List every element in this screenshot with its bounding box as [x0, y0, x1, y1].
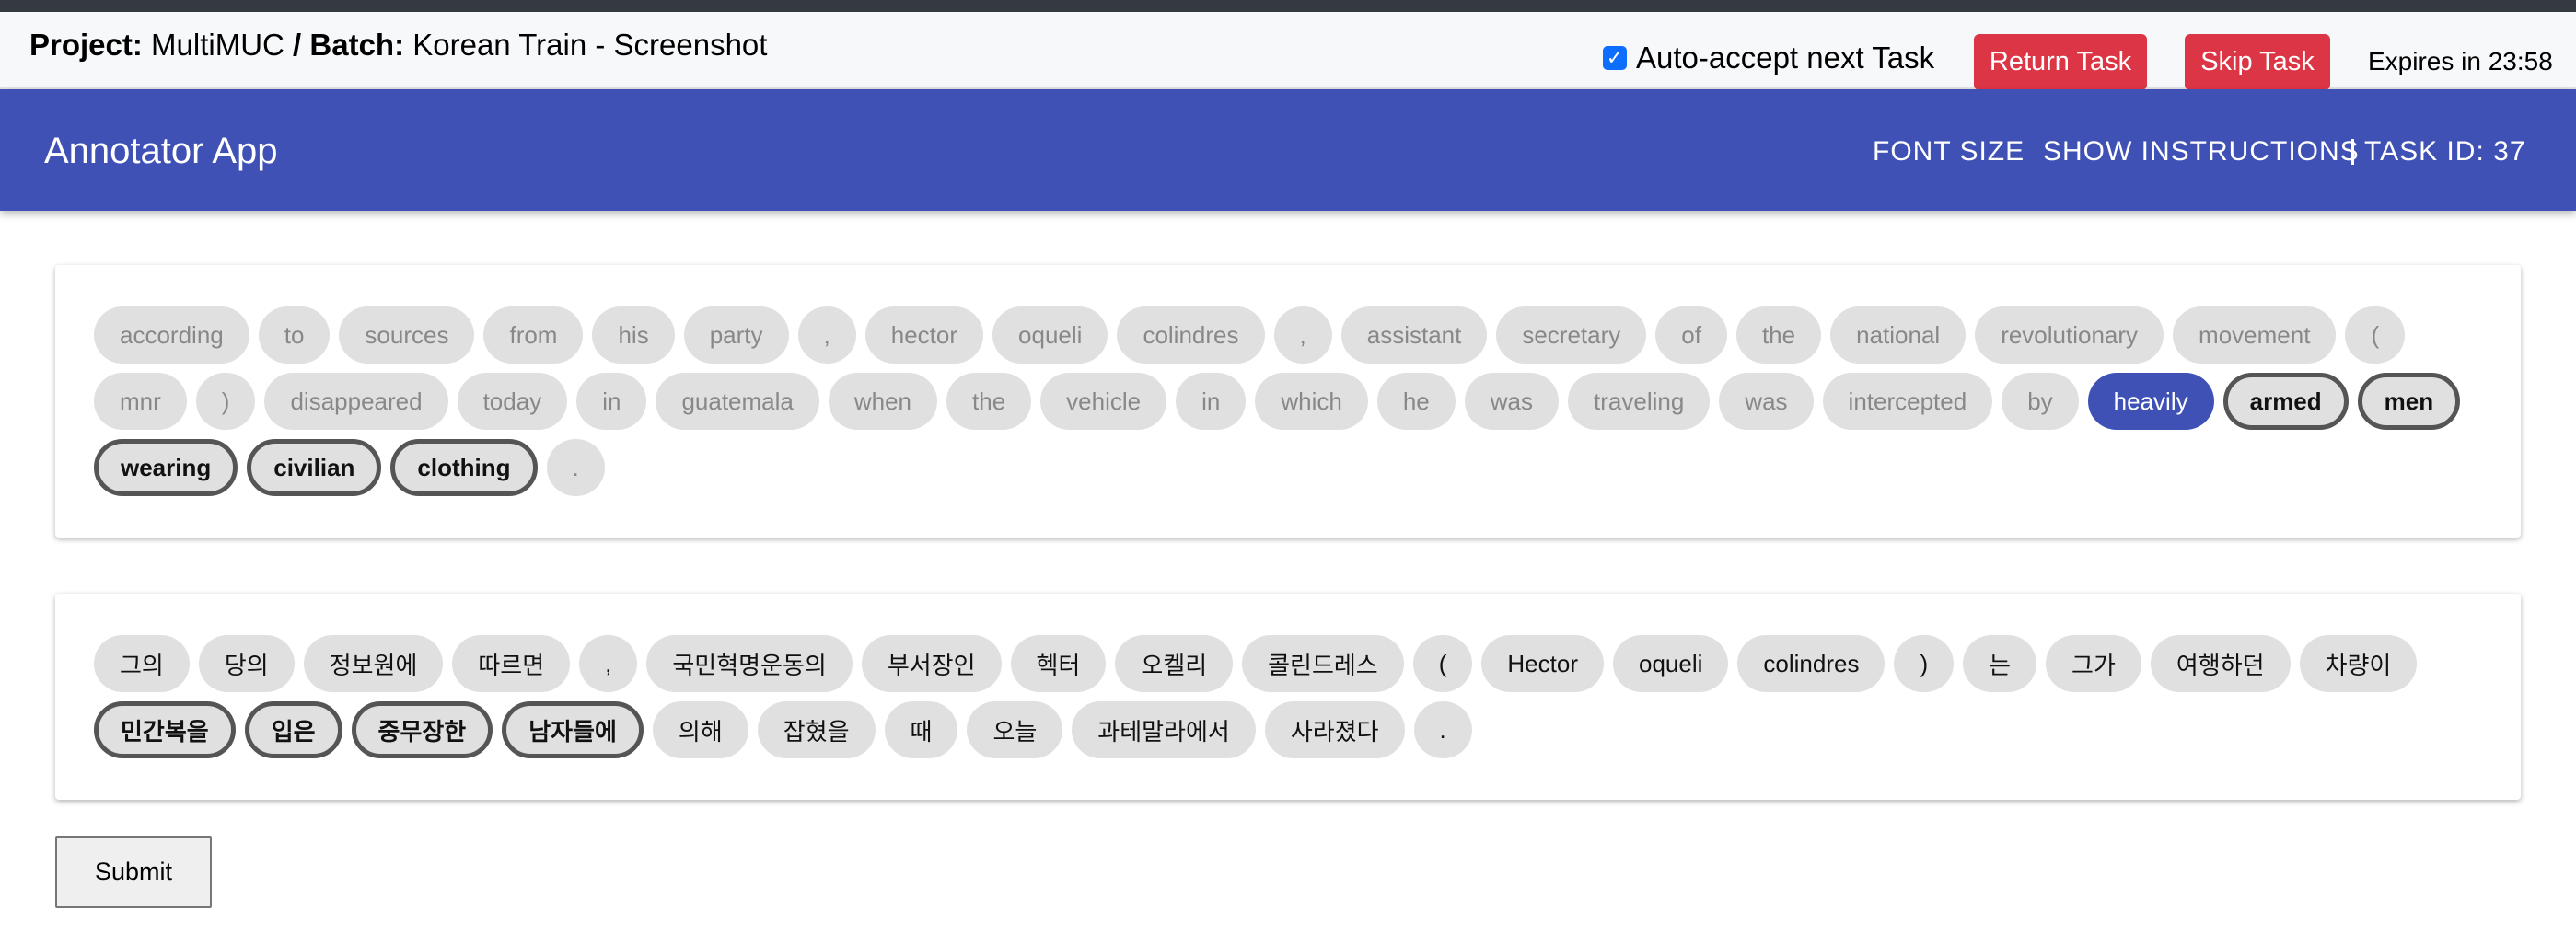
target-token-list: 그의 당의 정보원에 따르면, 국민혁명운동의 부서장인 헥터 오켈리 콜린드레스(Hector… — [94, 635, 2488, 758]
target-token[interactable]: 는 — [1963, 635, 2037, 692]
target-token[interactable]: 당의 — [198, 635, 295, 692]
source-token[interactable]: was — [1464, 373, 1560, 430]
project-separator: / — [293, 28, 302, 62]
source-token[interactable]: in — [576, 373, 647, 430]
source-token[interactable]: movement — [2173, 306, 2337, 364]
source-token[interactable]: wearing — [94, 439, 238, 496]
source-token[interactable]: the — [946, 373, 1032, 430]
target-token[interactable]: , — [579, 635, 638, 692]
target-token[interactable]: 오켈리 — [1115, 635, 1234, 692]
target-token[interactable]: 과테말라에서 — [1072, 701, 1256, 758]
expiration-timer: Expires in 23:58 — [2368, 47, 2553, 75]
source-token[interactable]: armed — [2222, 373, 2349, 430]
target-token[interactable]: 잡혔을 — [757, 701, 876, 758]
target-token[interactable]: 입은 — [244, 701, 342, 758]
source-token[interactable]: of — [1655, 306, 1727, 364]
target-token[interactable]: 여행하던 — [2150, 635, 2291, 692]
app-title: Annotator App — [44, 131, 278, 171]
project-info: Project: MultiMUC / Batch: Korean Train … — [29, 27, 767, 64]
target-token[interactable]: 의해 — [652, 701, 748, 758]
source-token[interactable]: clothing — [390, 439, 538, 496]
app-bar: Annotator App FONT SIZE SHOW INSTRUCTION… — [0, 89, 2576, 211]
source-token[interactable]: assistant — [1340, 306, 1488, 364]
target-token[interactable]: 그의 — [94, 635, 190, 692]
source-token[interactable]: which — [1255, 373, 1368, 430]
source-token[interactable]: today — [457, 373, 568, 430]
source-token[interactable]: revolutionary — [1975, 306, 2164, 364]
top-edge-bar — [0, 0, 2576, 12]
target-token[interactable]: 헥터 — [1010, 635, 1107, 692]
source-token[interactable]: vehicle — [1040, 373, 1167, 430]
source-token[interactable]: , — [797, 306, 856, 364]
source-token[interactable]: colindres — [1117, 306, 1265, 364]
target-token[interactable]: oqueli — [1612, 635, 1729, 692]
source-token[interactable]: in — [1176, 373, 1247, 430]
target-token[interactable]: 따르면 — [452, 635, 571, 692]
target-token[interactable]: 민간복을 — [94, 701, 236, 758]
auto-accept-checkbox[interactable]: ✓ — [1603, 46, 1627, 70]
target-token[interactable]: ) — [1894, 635, 1955, 692]
target-token[interactable]: . — [1413, 701, 1472, 758]
source-token[interactable]: from — [483, 306, 584, 364]
source-token[interactable]: , — [1273, 306, 1332, 364]
task-id: TASK ID: 37 — [2364, 136, 2526, 167]
source-token[interactable]: his — [592, 306, 675, 364]
source-token[interactable]: sources — [339, 306, 475, 364]
source-token[interactable]: secretary — [1496, 306, 1647, 364]
target-token[interactable]: 사라졌다 — [1264, 701, 1405, 758]
auto-accept-toggle[interactable]: ✓ Auto-accept next Task — [1603, 40, 1934, 76]
show-instructions-button[interactable]: SHOW INSTRUCTIONS — [2043, 133, 2360, 170]
source-token[interactable]: oqueli — [992, 306, 1108, 364]
target-token[interactable]: 차량이 — [2299, 635, 2418, 692]
source-sentence-card: according to sources from his party, hector oqu… — [55, 265, 2521, 538]
skip-task-button[interactable]: Skip Task — [2185, 34, 2330, 90]
font-size-button[interactable]: FONT SIZE — [1873, 133, 2025, 170]
project-label: Project: — [29, 28, 143, 62]
target-token[interactable]: ( — [1412, 635, 1473, 692]
source-token-list: according to sources from his party, hector oqu… — [94, 306, 2488, 496]
target-token[interactable]: Hector — [1481, 635, 1604, 692]
target-token[interactable]: 중무장한 — [351, 701, 493, 758]
source-token[interactable]: according — [94, 306, 249, 364]
source-token[interactable]: ( — [2345, 306, 2406, 364]
target-token[interactable]: 남자들에 — [502, 701, 644, 758]
target-token[interactable]: 콜린드레스 — [1242, 635, 1404, 692]
target-token[interactable]: 국민혁명운동의 — [646, 635, 853, 692]
source-token[interactable]: party — [683, 306, 789, 364]
project-header: Project: MultiMUC / Batch: Korean Train … — [0, 12, 2576, 90]
menu-divider — [2351, 139, 2354, 165]
batch-name: Korean Train - Screenshot — [412, 28, 768, 62]
target-token[interactable]: 그가 — [2046, 635, 2141, 692]
source-token[interactable]: by — [2002, 373, 2079, 430]
source-token[interactable]: intercepted — [1822, 373, 1993, 430]
source-token[interactable]: . — [546, 439, 605, 496]
submit-button[interactable]: Submit — [55, 836, 212, 908]
source-token[interactable]: disappeared — [264, 373, 448, 430]
target-token[interactable]: 정보원에 — [303, 635, 444, 692]
return-task-button[interactable]: Return Task — [1974, 34, 2147, 90]
target-token[interactable]: 부서장인 — [861, 635, 1002, 692]
source-token[interactable]: national — [1830, 306, 1967, 364]
target-token[interactable]: 때 — [884, 701, 958, 758]
project-name: MultiMUC — [151, 28, 284, 62]
source-token[interactable]: guatemala — [656, 373, 819, 430]
source-token[interactable]: when — [828, 373, 938, 430]
target-token[interactable]: 오늘 — [967, 701, 1063, 758]
source-token[interactable]: the — [1735, 306, 1822, 364]
source-token[interactable]: mnr — [94, 373, 187, 430]
source-token[interactable]: heavily — [2087, 373, 2214, 430]
source-token[interactable]: was — [1719, 373, 1814, 430]
source-token[interactable]: he — [1376, 373, 1456, 430]
source-token[interactable]: to — [258, 306, 331, 364]
auto-accept-label: Auto-accept next Task — [1636, 40, 1935, 75]
source-token[interactable]: hector — [864, 306, 984, 364]
target-sentence-card: 그의 당의 정보원에 따르면, 국민혁명운동의 부서장인 헥터 오켈리 콜린드레스(Hector… — [55, 594, 2521, 800]
source-token[interactable]: ) — [195, 373, 256, 430]
source-token[interactable]: civilian — [247, 439, 382, 496]
source-token[interactable]: traveling — [1568, 373, 1711, 430]
source-token[interactable]: men — [2357, 373, 2461, 430]
batch-label: Batch: — [309, 28, 405, 62]
target-token[interactable]: colindres — [1737, 635, 1886, 692]
